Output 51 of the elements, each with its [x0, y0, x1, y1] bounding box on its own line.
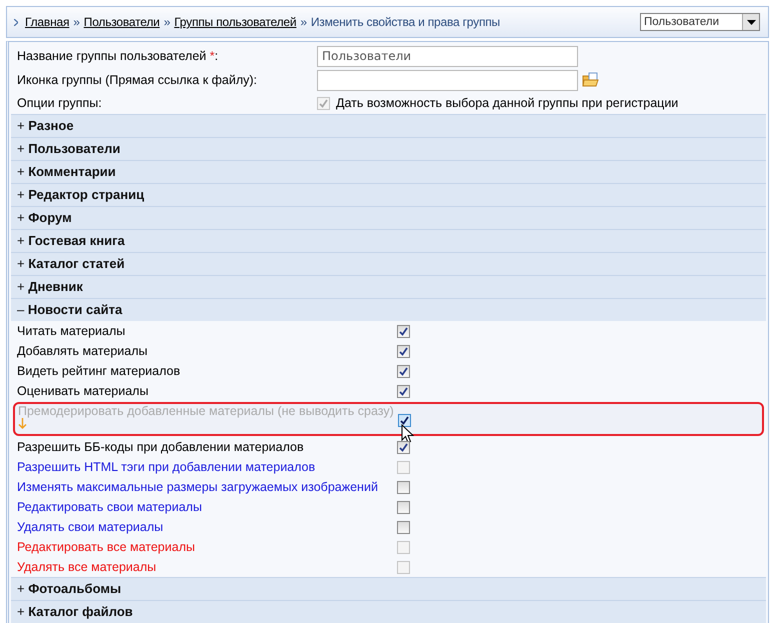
permission-label: Удалять свои материалы — [17, 520, 164, 534]
checkbox[interactable] — [397, 480, 410, 494]
permission-label: Премодерировать добавленные материалы (не выводить сразу) — [18, 404, 394, 418]
section-header[interactable]: + Дневник — [11, 275, 766, 298]
permission-label: Разрешить ББ-коды при добавлении материалов — [17, 440, 304, 454]
breadcrumb-separator: » — [164, 15, 170, 29]
breadcrumb-link[interactable]: Главная — [25, 15, 70, 29]
checkbox[interactable] — [397, 344, 410, 358]
input-field[interactable]: Пользователи — [317, 46, 578, 66]
section-header[interactable]: + Пользователи — [11, 137, 766, 160]
checkbox[interactable] — [397, 364, 410, 378]
checkbox[interactable] — [397, 520, 410, 534]
permission-label: Редактировать свои материалы — [17, 500, 202, 514]
checkbox[interactable] — [397, 500, 410, 514]
checkbox[interactable] — [398, 414, 411, 427]
permission-label: Оценивать материалы — [17, 384, 148, 398]
permission-label: Добавлять материалы — [17, 344, 148, 358]
mouse-cursor-icon — [401, 424, 415, 444]
section-header[interactable]: + Каталог статей — [11, 252, 766, 275]
option-label: Дать возможность выбора данной группы при регистрации — [336, 96, 678, 110]
section-header[interactable]: – Новости сайта — [11, 298, 766, 321]
permission-label: Читать материалы — [17, 324, 126, 338]
section-header[interactable]: + Комментарии — [11, 160, 766, 183]
permission-label: Редактировать все материалы — [17, 540, 195, 554]
field-label: Опции группы: — [17, 96, 103, 110]
section-header[interactable]: + Фотоальбомы — [11, 577, 766, 600]
field-label: Название группы пользователей *: — [17, 49, 220, 63]
dropdown-arrow-icon — [746, 20, 756, 24]
folder-icon[interactable] — [582, 72, 599, 88]
chevron-icon — [14, 18, 18, 26]
checkbox[interactable] — [397, 440, 410, 454]
checkbox[interactable] — [397, 384, 410, 398]
breadcrumb-link[interactable]: Пользователи — [84, 15, 160, 29]
permission-label: Разрешить HTML тэги при добавлении материалов — [17, 460, 316, 474]
down-arrow-icon — [18, 418, 27, 429]
permission-label: Видеть рейтинг материалов — [17, 364, 180, 378]
section-header[interactable]: + Каталог файлов — [11, 600, 766, 623]
section-header[interactable]: + Редактор страниц — [11, 183, 766, 206]
breadcrumb-separator: » — [300, 15, 307, 29]
permission-label: Удалять все материалы — [17, 560, 156, 574]
checkbox[interactable] — [397, 324, 410, 338]
group-dropdown[interactable]: Пользователи — [640, 13, 760, 31]
section-header[interactable]: + Форум — [11, 206, 766, 229]
input-field[interactable] — [317, 70, 578, 90]
breadcrumb-current: Изменить свойства и права группы — [310, 15, 500, 29]
field-label: Иконка группы (Прямая ссылка к файлу): — [17, 73, 258, 87]
section-header[interactable]: + Разное — [11, 114, 766, 137]
permission-label: Изменять максимальные размеры загружаемых изображений — [17, 480, 378, 494]
breadcrumb-link[interactable]: Группы пользователей — [174, 15, 296, 29]
section-header[interactable]: + Гостевая книга — [11, 229, 766, 252]
breadcrumb-separator: » — [73, 15, 80, 29]
